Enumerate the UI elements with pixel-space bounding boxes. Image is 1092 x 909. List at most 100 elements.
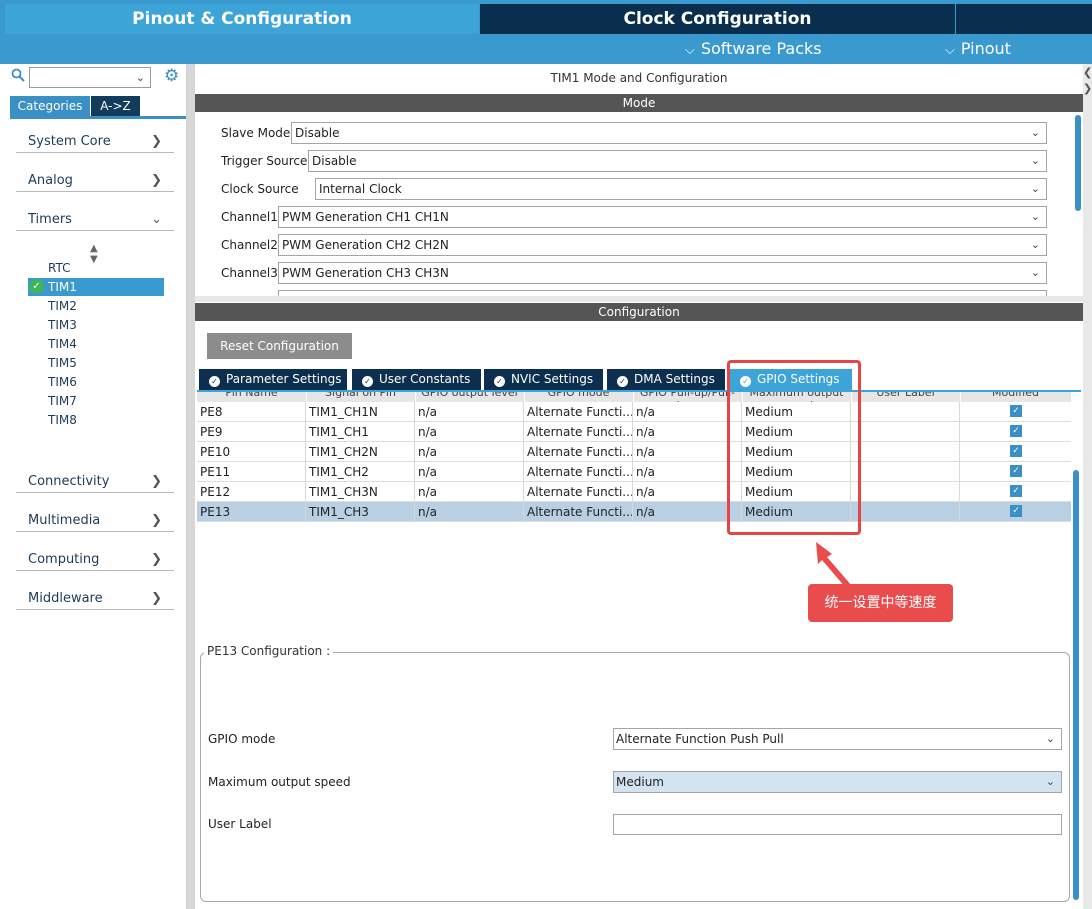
user-label-input[interactable]	[613, 814, 1062, 835]
column-header-signal[interactable]: Signal on Pin	[306, 392, 416, 402]
mode-section-header: Mode	[195, 94, 1083, 112]
chevron-down-icon: ⌄	[1030, 182, 1040, 195]
cell-user-label	[851, 422, 960, 442]
gpio-mode-select[interactable]: Alternate Function Push Pull ⌄	[613, 728, 1062, 750]
chevron-down-icon: ⌄	[1045, 775, 1055, 788]
check-circle-icon: ✓	[362, 376, 373, 387]
column-header-user-label[interactable]: User Label	[851, 392, 961, 402]
clock-source-select[interactable]: Internal Clock ⌄	[315, 178, 1047, 200]
right-collapse-strip[interactable]	[1083, 64, 1092, 909]
category-analog[interactable]: Analog ❯	[16, 170, 174, 192]
expand-arrow-icon[interactable]: ❯	[1083, 82, 1092, 95]
timer-item-tim2[interactable]: TIM2	[28, 297, 164, 315]
panel-title: TIM1 Mode and Configuration	[550, 71, 728, 85]
tab-a-to-z[interactable]: A->Z	[91, 96, 140, 116]
timer-item-tim3[interactable]: TIM3	[28, 316, 164, 334]
channel3-value: PWM Generation CH3 CH3N	[282, 266, 449, 280]
tab-parameter-settings[interactable]: ✓ Parameter Settings	[199, 369, 347, 390]
table-row[interactable]: PE12 TIM1_CH3N n/a Alternate Functi... n…	[197, 482, 1071, 502]
timer-item-rtc[interactable]: RTC	[28, 259, 164, 277]
modified-checkbox[interactable]: ✓	[1010, 445, 1022, 457]
tab-categories[interactable]: Categories	[10, 96, 90, 116]
cell-signal: TIM1_CH2	[306, 462, 415, 482]
cell-pull: n/a	[633, 442, 742, 462]
max-output-speed-value: Medium	[616, 775, 664, 789]
table-row[interactable]: PE8 TIM1_CH1N n/a Alternate Functi... n/…	[197, 402, 1071, 422]
category-timers[interactable]: Timers ⌄	[16, 209, 174, 231]
pinout-menu[interactable]: ⌵ Pinout	[945, 38, 1011, 60]
chevron-right-icon: ❯	[151, 591, 162, 606]
chevron-down-icon: ⌄	[135, 71, 145, 84]
table-row[interactable]: PE9 TIM1_CH1 n/a Alternate Functi... n/a…	[197, 422, 1071, 442]
column-header-output-level[interactable]: GPIO output level	[415, 392, 525, 402]
slave-mode-label: Slave Mode	[221, 126, 291, 140]
category-middleware[interactable]: Middleware ❯	[16, 588, 174, 610]
max-output-speed-select[interactable]: Medium ⌄	[613, 771, 1062, 793]
table-row-selected[interactable]: PE13 TIM1_CH3 n/a Alternate Functi... n/…	[197, 502, 1071, 522]
modified-checkbox[interactable]: ✓	[1010, 485, 1022, 497]
check-circle-icon: ✓	[29, 279, 44, 294]
channel2-label: Channel2	[221, 238, 278, 252]
cell-pull: n/a	[633, 402, 742, 422]
cell-output-level: n/a	[415, 442, 524, 462]
column-header-gpio-mode[interactable]: GPIO mode	[524, 392, 634, 402]
left-panel-splitter[interactable]	[187, 64, 195, 909]
cell-output-level: n/a	[415, 502, 524, 522]
table-row[interactable]: PE11 TIM1_CH2 n/a Alternate Functi... n/…	[197, 462, 1071, 482]
clock-source-label: Clock Source	[221, 182, 299, 196]
mode-scrollbar[interactable]	[1075, 115, 1081, 211]
timer-item-tim1[interactable]: TIM1	[28, 278, 164, 296]
category-multimedia[interactable]: Multimedia ❯	[16, 510, 174, 532]
modified-checkbox[interactable]: ✓	[1010, 405, 1022, 417]
timer-item-tim8[interactable]: TIM8	[28, 411, 164, 429]
category-computing[interactable]: Computing ❯	[16, 549, 174, 571]
slave-mode-select[interactable]: Disable ⌄	[291, 122, 1047, 144]
tab-label: Parameter Settings	[226, 372, 342, 386]
cell-signal: TIM1_CH1	[306, 422, 415, 442]
tab-label: DMA Settings	[634, 372, 715, 386]
timer-item-tim4[interactable]: TIM4	[28, 335, 164, 353]
tab-pinout-configuration[interactable]: Pinout & Configuration	[5, 4, 479, 34]
category-system-core[interactable]: System Core ❯	[16, 131, 174, 153]
annotation-arrow	[816, 542, 852, 588]
tab-dma-settings[interactable]: ✓ DMA Settings	[607, 369, 725, 390]
config-scrollbar[interactable]	[1073, 470, 1079, 900]
column-header-modified[interactable]: Modified	[960, 392, 1071, 402]
tab-nvic-settings[interactable]: ✓ NVIC Settings	[484, 369, 603, 390]
timer-item-tim5[interactable]: TIM5	[28, 354, 164, 372]
software-packs-menu[interactable]: ⌵ Software Packs	[685, 38, 822, 60]
table-row[interactable]: PE10 TIM1_CH2N n/a Alternate Functi... n…	[197, 442, 1071, 462]
modified-checkbox[interactable]: ✓	[1010, 505, 1022, 517]
chevron-down-icon: ⌄	[151, 212, 162, 227]
channel3-select[interactable]: PWM Generation CH3 CH3N ⌄	[278, 262, 1047, 284]
trigger-source-select[interactable]: Disable ⌄	[308, 150, 1047, 172]
pinout-menu-label: Pinout	[960, 39, 1011, 58]
tab-overflow	[956, 4, 1092, 34]
category-connectivity[interactable]: Connectivity ❯	[16, 471, 174, 493]
cell-gpio-mode: Alternate Functi...	[524, 482, 633, 502]
cell-user-label	[851, 402, 960, 422]
cell-user-label	[851, 502, 960, 522]
gear-icon[interactable]: ⚙	[164, 67, 182, 85]
timer-item-tim6[interactable]: TIM6	[28, 373, 164, 391]
modified-checkbox[interactable]: ✓	[1010, 425, 1022, 437]
search-input[interactable]: ⌄	[29, 67, 151, 88]
modified-checkbox[interactable]: ✓	[1010, 465, 1022, 477]
trigger-source-label: Trigger Source	[221, 154, 308, 168]
tab-user-constants[interactable]: ✓ User Constants	[352, 369, 481, 390]
check-circle-icon: ✓	[209, 376, 220, 387]
section-splitter[interactable]	[195, 296, 1083, 302]
tab-clock-configuration[interactable]: Clock Configuration	[480, 4, 955, 34]
cell-signal: TIM1_CH2N	[306, 442, 415, 462]
channel2-select[interactable]: PWM Generation CH2 CH2N ⌄	[278, 234, 1047, 256]
cell-output-level: n/a	[415, 402, 524, 422]
check-circle-icon: ✓	[494, 376, 505, 387]
chevron-right-icon: ❯	[151, 134, 162, 149]
tab-label: NVIC Settings	[511, 372, 594, 386]
timer-item-tim7[interactable]: TIM7	[28, 392, 164, 410]
column-header-pin-name[interactable]: Pin Name	[197, 392, 307, 402]
channel1-select[interactable]: PWM Generation CH1 CH1N ⌄	[278, 206, 1047, 228]
collapse-arrow-icon[interactable]: ❮	[1083, 66, 1092, 79]
tab-underline	[10, 116, 186, 119]
reset-configuration-button[interactable]: Reset Configuration	[207, 333, 352, 359]
